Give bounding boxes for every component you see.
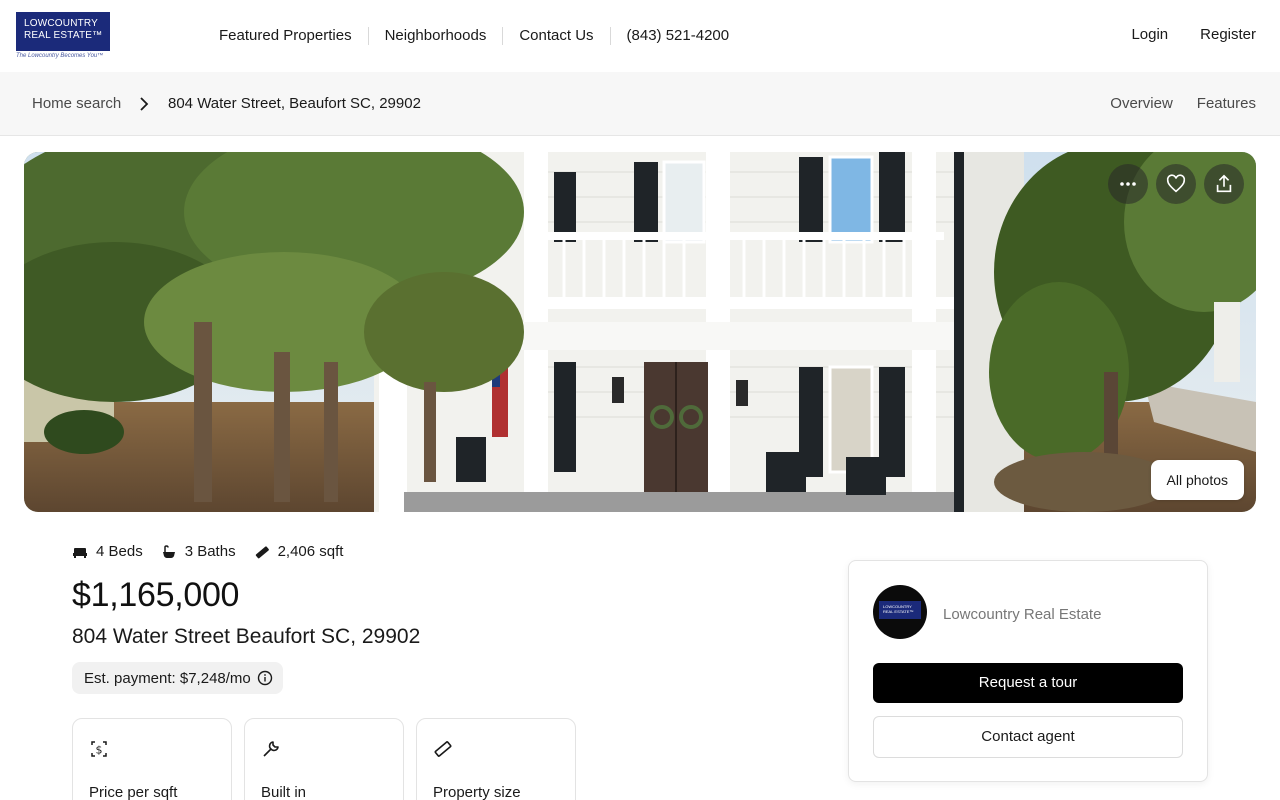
chevron-right-icon <box>140 97 149 111</box>
logo-tagline: The Lowcountry Becomes You™ <box>16 53 104 59</box>
tab-features[interactable]: Features <box>1197 95 1256 112</box>
info-icon <box>257 670 272 686</box>
built-in-label: Built in <box>261 784 307 800</box>
estimated-payment[interactable]: Est. payment: $7,248/mo <box>72 662 283 694</box>
share-icon <box>1216 174 1232 193</box>
agent-logo-line-2: REAL ESTATE™ <box>883 609 914 614</box>
price-per-sqft-label: Price per sqft <box>89 784 178 800</box>
wrench-icon <box>263 741 279 757</box>
page-tabs: Overview Features <box>1110 95 1256 112</box>
bathtub-icon <box>162 544 175 558</box>
breadcrumb-current: 804 Water Street, Beaufort SC, 29902 <box>168 95 421 112</box>
register-link[interactable]: Register <box>1200 26 1256 43</box>
sqft-fact: 2,406 sqft <box>254 543 344 560</box>
more-icon <box>1120 182 1136 186</box>
baths-fact: 3 Baths <box>161 543 236 560</box>
breadcrumb-bar: Home search 804 Water Street, Beaufort S… <box>0 72 1280 136</box>
brand-logo[interactable]: LOWCOUNTRY REAL ESTATE™ The Lowcountry B… <box>16 12 110 60</box>
favorite-button[interactable] <box>1156 164 1196 204</box>
listing-price: $1,165,000 <box>72 576 240 614</box>
beds-fact: 4 Beds <box>72 543 143 560</box>
property-detail-cards: $ Price per sqft Built in Property size <box>72 718 576 800</box>
hero-photo[interactable]: All photos <box>24 152 1256 512</box>
agent-contact-box: LOWCOUNTRY REAL ESTATE™ Lowcountry Real … <box>848 560 1208 782</box>
logo-mark: LOWCOUNTRY REAL ESTATE™ <box>16 12 110 51</box>
heart-icon <box>1166 174 1186 193</box>
auth-links: Login Register <box>1131 26 1256 43</box>
logo-line-1: LOWCOUNTRY <box>24 18 99 29</box>
bed-icon <box>73 547 87 558</box>
site-header: LOWCOUNTRY REAL ESTATE™ The Lowcountry B… <box>0 0 1280 72</box>
property-size-card: Property size <box>416 718 576 800</box>
baths-value: 3 Baths <box>184 543 236 560</box>
breadcrumb-home-search[interactable]: Home search <box>32 95 121 112</box>
ruler-icon <box>434 741 452 757</box>
main-nav: Featured Properties Neighborhoods Contac… <box>219 26 745 46</box>
estimated-payment-text: Est. payment: $7,248/mo <box>84 669 251 687</box>
svg-text:$: $ <box>96 744 103 757</box>
login-link[interactable]: Login <box>1131 26 1168 43</box>
listing-address: 804 Water Street Beaufort SC, 29902 <box>72 625 421 648</box>
tab-overview[interactable]: Overview <box>1110 95 1173 112</box>
more-options-button[interactable] <box>1108 164 1148 204</box>
logo-line-2: REAL ESTATE™ <box>24 30 103 41</box>
ruler-icon <box>255 545 269 558</box>
built-in-card: Built in <box>244 718 404 800</box>
beds-value: 4 Beds <box>96 543 143 560</box>
agent-logo: LOWCOUNTRY REAL ESTATE™ <box>879 601 921 619</box>
nav-featured-properties[interactable]: Featured Properties <box>219 27 368 45</box>
share-button[interactable] <box>1204 164 1244 204</box>
request-tour-button[interactable]: Request a tour <box>873 663 1183 703</box>
nav-phone[interactable]: (843) 521-4200 <box>609 27 746 45</box>
house-photo <box>24 152 1256 512</box>
listing-facts: 4 Beds 3 Baths 2,406 sqft <box>72 543 361 560</box>
sqft-value: 2,406 sqft <box>277 543 344 560</box>
all-photos-button[interactable]: All photos <box>1150 460 1244 500</box>
avatar: LOWCOUNTRY REAL ESTATE™ <box>873 585 927 639</box>
contact-agent-button[interactable]: Contact agent <box>873 716 1183 758</box>
nav-neighborhoods[interactable]: Neighborhoods <box>367 27 503 45</box>
price-per-sqft-card: $ Price per sqft <box>72 718 232 800</box>
nav-contact-us[interactable]: Contact Us <box>502 27 609 45</box>
dollar-tag-icon: $ <box>91 741 107 757</box>
agent-name: Lowcountry Real Estate <box>943 606 1102 623</box>
property-size-label: Property size <box>433 784 521 800</box>
